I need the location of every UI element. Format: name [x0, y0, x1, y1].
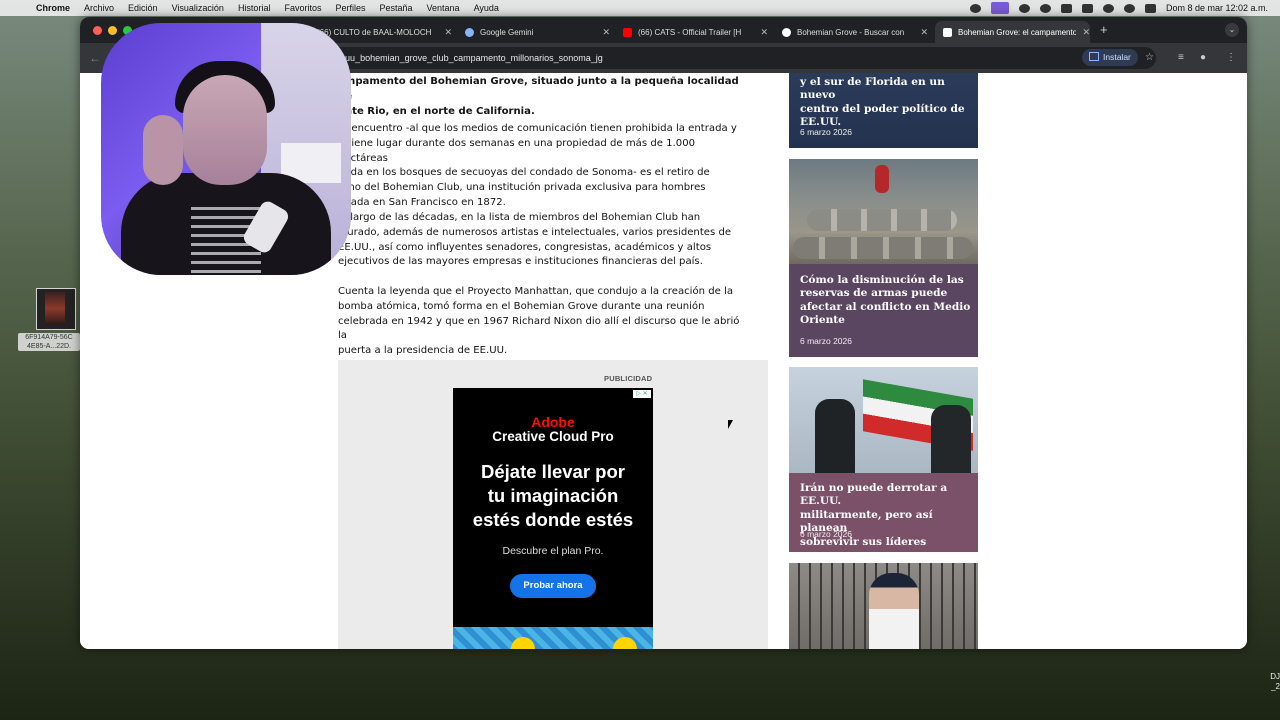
ad-label: PUBLICIDAD — [604, 374, 653, 383]
sidebar-card-arms-reserves[interactable]: Cómo la disminución de las reservas de a… — [789, 159, 978, 357]
tab-title: (66) CATS - Official Trailer [H — [638, 27, 742, 37]
sidebar-card-prison[interactable] — [789, 563, 978, 649]
menu-edicion[interactable]: Edición — [128, 3, 158, 13]
tab-close-icon[interactable]: ✕ — [444, 27, 452, 38]
gemini-icon — [465, 27, 474, 37]
install-icon — [1089, 52, 1099, 61]
battery-icon[interactable] — [1081, 3, 1093, 13]
card-date: 6 marzo 2026 — [800, 336, 852, 346]
spotlight-search-icon[interactable] — [1123, 3, 1135, 13]
menu-app-chrome[interactable]: Chrome — [36, 3, 70, 13]
tab-title: Google Gemini — [480, 27, 534, 37]
menu-historial[interactable]: Historial — [238, 3, 271, 13]
back-arrow-icon[interactable]: ← — [89, 51, 101, 65]
bbc-icon — [943, 27, 952, 37]
munition-shape — [793, 237, 973, 259]
ad-brand: Adobe — [531, 414, 575, 430]
card-date: 6 marzo 2026 — [800, 529, 852, 539]
advertisement-block: PUBLICIDAD ▷ ✕ Adobe Creative Cloud Pro … — [338, 360, 768, 649]
menu-favoritos[interactable]: Favoritos — [284, 3, 321, 13]
menu-perfiles[interactable]: Perfiles — [335, 3, 365, 13]
screen-recorder-icon[interactable] — [990, 2, 1009, 14]
webcam-person-hand — [143, 115, 183, 185]
ad-product-name: Creative Cloud Pro — [492, 429, 614, 444]
desktop-file-thumbnail[interactable] — [36, 288, 76, 330]
ad-choices-icon[interactable]: ▷ ✕ — [633, 390, 651, 398]
soldier-silhouette — [931, 405, 971, 473]
soldier-silhouette — [815, 399, 855, 473]
install-app-button[interactable]: Instalar — [1082, 49, 1138, 66]
ad-subtext: Descubre el plan Pro. — [502, 545, 604, 557]
control-center-icon[interactable] — [1144, 3, 1156, 13]
article-paragraph-1: te encuentro -al que los medios de comun… — [338, 123, 737, 208]
sidebar-card-florida[interactable]: y el sur de Florida en un nuevo centro d… — [789, 73, 978, 148]
desktop-file-label: 6F914A79-56C 4E85-A...22D. — [18, 333, 80, 351]
display-icon[interactable] — [1060, 3, 1072, 13]
youtube-icon — [623, 27, 632, 37]
window-minimize-button[interactable] — [108, 26, 117, 35]
bookmark-star-icon[interactable]: ☆ — [1145, 52, 1154, 63]
macos-menu-bar: Chrome Archivo Edición Visualización His… — [0, 0, 1280, 16]
file-preview-image — [45, 292, 65, 325]
webcam-person-face — [183, 75, 267, 185]
webcam-overlay — [101, 23, 351, 275]
window-close-button[interactable] — [93, 26, 102, 35]
cloud-icon[interactable] — [1018, 3, 1030, 13]
card-title[interactable]: Cómo la disminución de las reservas de a… — [800, 274, 970, 328]
munition-shape — [807, 209, 957, 231]
article-paragraph-3: Cuenta la leyenda que el Proyecto Manhat… — [338, 286, 740, 357]
menu-archivo[interactable]: Archivo — [84, 3, 114, 13]
article-paragraph-2: lo largo de las décadas, en la lista de … — [338, 212, 732, 268]
tab-close-icon[interactable]: ✕ — [920, 27, 928, 38]
desktop-corner-label: DJ _2 — [1270, 672, 1280, 691]
menu-ventana[interactable]: Ventana — [427, 3, 460, 13]
ad-headline: Déjate llevar por tu imaginación estés d… — [472, 461, 634, 530]
menu-bar-status-area: Dom 8 de mar 12:02 a.m. — [969, 0, 1268, 16]
person-red-figure — [875, 165, 889, 193]
tab-bohemian-grove-bbc[interactable]: Bohemian Grove: el campamento ✕ — [935, 21, 1090, 43]
sidebar-card-iran[interactable]: Irán no puede derrotar a EE.UU. militarm… — [789, 367, 978, 552]
tab-title: Bohemian Grove - Buscar con — [797, 27, 905, 37]
more-menu-icon[interactable]: ⋮ — [1226, 52, 1236, 63]
article-lead-paragraph: ampamento del Bohemian Grove, situado ju… — [338, 76, 739, 117]
ad-cta-button[interactable]: Probar ahora — [510, 574, 596, 598]
card-date: 6 marzo 2026 — [800, 127, 852, 137]
tab-google-search[interactable]: Bohemian Grove - Buscar con ✕ — [782, 21, 928, 43]
menu-ayuda[interactable]: Ayuda — [474, 3, 499, 13]
menu-pestana[interactable]: Pestaña — [379, 3, 412, 13]
tab-search-button[interactable]: ⌄ — [1225, 23, 1239, 37]
install-label: Instalar — [1103, 52, 1131, 62]
menu-visualizacion[interactable]: Visualización — [172, 3, 224, 13]
card-title[interactable]: y el sur de Florida en un nuevo centro d… — [800, 76, 978, 130]
person-portrait — [869, 573, 919, 649]
adobe-ad-creative[interactable]: ▷ ✕ Adobe Creative Cloud Pro Déjate llev… — [453, 388, 653, 649]
tab-close-icon[interactable]: ✕ — [1082, 27, 1090, 38]
tab-google-gemini[interactable]: Google Gemini ✕ — [465, 21, 610, 43]
google-icon — [782, 27, 791, 37]
new-tab-button[interactable]: + — [1100, 22, 1108, 37]
tab-groups-icon[interactable]: ≡ — [1178, 52, 1184, 63]
tab-cats-trailer[interactable]: (66) CATS - Official Trailer [H ✕ — [623, 21, 768, 43]
mouse-cursor-icon — [728, 420, 733, 429]
tab-close-icon[interactable]: ✕ — [602, 27, 610, 38]
profile-avatar-icon[interactable]: ● — [1200, 52, 1206, 63]
menu-bar-clock[interactable]: Dom 8 de mar 12:02 a.m. — [1166, 3, 1268, 13]
play-icon[interactable] — [1039, 3, 1051, 13]
tab-close-icon[interactable]: ✕ — [760, 27, 768, 38]
tab-title: Bohemian Grove: el campamento — [958, 27, 1077, 37]
status-extra-icon[interactable] — [969, 3, 981, 13]
wifi-icon[interactable] — [1102, 3, 1114, 13]
